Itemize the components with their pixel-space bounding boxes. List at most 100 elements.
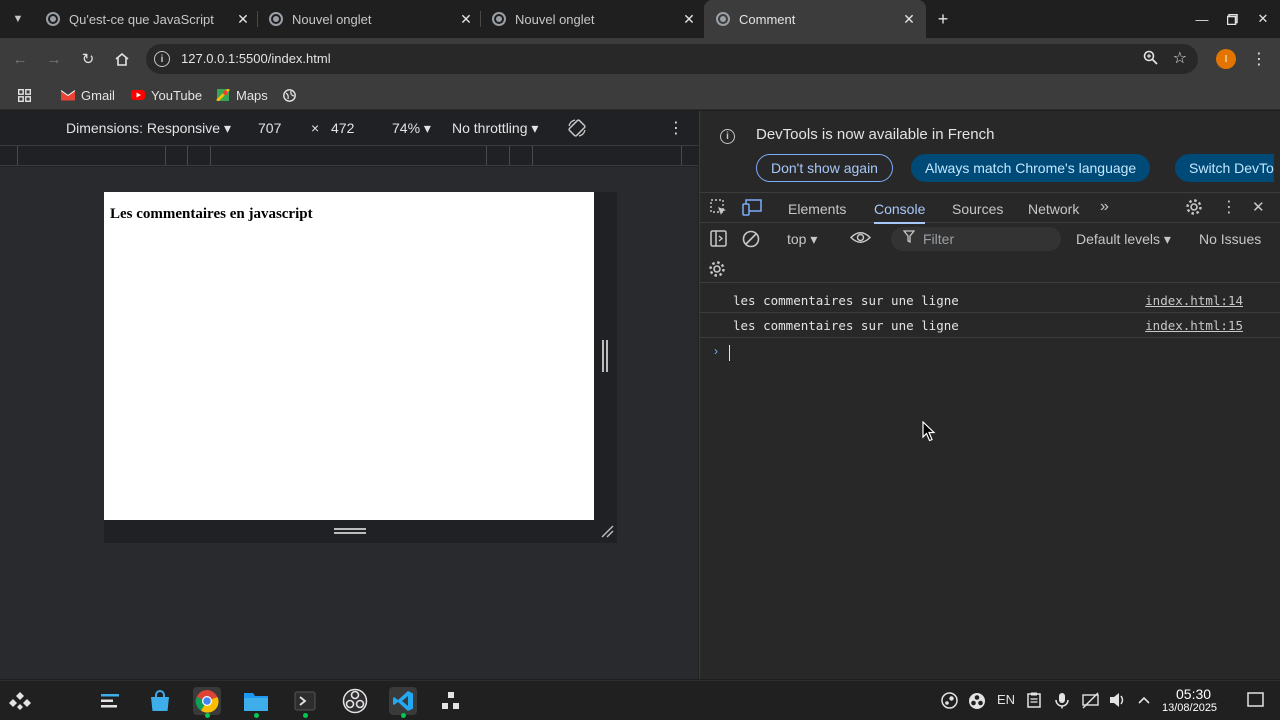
file-manager-icon[interactable] xyxy=(242,687,270,718)
ruler-tick xyxy=(486,146,487,165)
inspect-element-icon[interactable] xyxy=(710,199,728,221)
tab-network[interactable]: Network xyxy=(1028,201,1079,217)
throttling-label: No throttling xyxy=(452,120,528,136)
console-input[interactable] xyxy=(729,345,730,361)
tab-favicon-icon xyxy=(46,12,60,26)
clipboard-icon[interactable] xyxy=(1027,692,1041,711)
context-select[interactable]: top ▾ xyxy=(787,231,817,248)
tab-close-icon[interactable]: ✕ xyxy=(234,10,252,28)
show-desktop-icon[interactable] xyxy=(1247,691,1264,711)
live-expression-eye-icon[interactable] xyxy=(849,230,872,248)
always-match-language-button[interactable]: Always match Chrome's language xyxy=(911,154,1151,182)
minimize-icon[interactable]: — xyxy=(1191,8,1213,30)
infobar-message: DevTools is now available in French xyxy=(756,126,995,143)
console-settings-gear-icon[interactable] xyxy=(708,260,726,281)
bookmark-gmail[interactable]: Gmail xyxy=(61,86,115,104)
bookmark-label: Gmail xyxy=(81,87,115,103)
browser-tab-active[interactable]: Comment ✕ xyxy=(704,0,926,38)
store-bag-icon[interactable] xyxy=(146,687,174,715)
chrome-taskbar-icon[interactable] xyxy=(193,687,221,718)
console-filter-input[interactable]: Filter xyxy=(891,227,1061,251)
tab-title: Nouvel onglet xyxy=(292,11,372,27)
media-query-ruler xyxy=(0,145,698,166)
home-icon[interactable] xyxy=(110,47,134,71)
log-source-link[interactable]: index.html:14 xyxy=(1145,293,1243,308)
running-indicator xyxy=(401,713,406,718)
log-message: les commentaires sur une ligne xyxy=(733,293,959,308)
new-tab-button[interactable]: + xyxy=(932,8,954,30)
resize-handle-right[interactable] xyxy=(594,192,617,520)
widgets-icon[interactable] xyxy=(437,687,465,715)
width-input[interactable]: 707 xyxy=(258,120,281,136)
site-info-icon[interactable]: i xyxy=(154,51,170,67)
close-devtools-icon[interactable]: ✕ xyxy=(1252,198,1265,216)
tab-sources[interactable]: Sources xyxy=(952,201,1003,217)
menu-kebab-icon[interactable]: ⋮ xyxy=(1247,47,1271,71)
network-disconnected-icon[interactable] xyxy=(1082,692,1099,712)
clear-console-icon[interactable] xyxy=(742,230,760,251)
height-input[interactable]: 472 xyxy=(331,120,354,136)
devtools-menu-kebab-icon[interactable]: ⋮ xyxy=(1221,197,1237,217)
tab-close-icon[interactable]: ✕ xyxy=(457,10,475,28)
tab-title: Nouvel onglet xyxy=(515,11,595,27)
apps-grid-icon[interactable] xyxy=(18,86,31,104)
ruler-tick xyxy=(210,146,211,165)
tab-elements[interactable]: Elements xyxy=(788,201,846,217)
tab-search-chevron-icon[interactable]: ▼ xyxy=(6,7,30,31)
tab-close-icon[interactable]: ✕ xyxy=(900,10,918,28)
issues-counter[interactable]: No Issues xyxy=(1199,231,1261,247)
vscode-icon[interactable] xyxy=(389,687,417,718)
task-manager-icon[interactable] xyxy=(96,687,124,715)
microphone-icon[interactable] xyxy=(1053,692,1071,712)
zoom-magnifier-icon[interactable] xyxy=(1143,50,1158,68)
switch-devtools-button[interactable]: Switch DevTo xyxy=(1175,154,1274,182)
terminal-icon[interactable] xyxy=(291,687,319,718)
log-source-link[interactable]: index.html:15 xyxy=(1145,318,1243,333)
steam-tray-icon[interactable] xyxy=(941,692,958,712)
bookmark-youtube[interactable]: YouTube xyxy=(131,86,202,104)
rotate-icon[interactable] xyxy=(567,118,587,141)
close-window-icon[interactable]: ✕ xyxy=(1252,8,1274,30)
devtools-tabbar: Elements Console Sources Network » ⋮ ✕ xyxy=(700,193,1280,224)
address-bar[interactable]: i 127.0.0.1:5500/index.html ☆ xyxy=(146,44,1198,74)
reload-icon[interactable]: ↻ xyxy=(76,47,100,71)
zoom-select[interactable]: 74% ▾ xyxy=(392,120,431,137)
settings-gear-icon[interactable] xyxy=(1185,198,1203,220)
log-levels-select[interactable]: Default levels ▾ xyxy=(1076,231,1171,248)
browser-tab-3[interactable]: Nouvel onglet ✕ xyxy=(492,5,698,33)
more-tabs-chevron-icon[interactable]: » xyxy=(1100,198,1109,216)
app-launcher-icon[interactable] xyxy=(6,687,34,715)
device-toolbar: Dimensions: Responsive ▾ 707 × 472 74% ▾… xyxy=(0,111,698,145)
maximize-icon[interactable] xyxy=(1221,8,1243,30)
globe-bookmark-icon[interactable] xyxy=(283,86,296,104)
running-indicator xyxy=(254,713,259,718)
profile-avatar[interactable]: I xyxy=(1216,49,1236,69)
device-toolbar-toggle-icon[interactable] xyxy=(742,199,762,220)
sidebar-toggle-icon[interactable] xyxy=(710,230,727,250)
back-icon[interactable]: ← xyxy=(8,47,32,71)
volume-icon[interactable] xyxy=(1109,692,1127,711)
bookmark-maps[interactable]: Maps xyxy=(216,86,268,104)
device-menu-kebab-icon[interactable]: ⋮ xyxy=(668,118,684,138)
dimensions-select[interactable]: Dimensions: Responsive ▾ xyxy=(66,120,231,137)
tab-close-icon[interactable]: ✕ xyxy=(680,10,698,28)
tab-title: Qu'est-ce que JavaScript xyxy=(69,11,214,27)
browser-tab-1[interactable]: Qu'est-ce que JavaScript ✕ xyxy=(46,5,252,33)
console-prompt-chevron-icon: › xyxy=(714,344,718,358)
browser-tab-2[interactable]: Nouvel onglet ✕ xyxy=(269,5,475,33)
throttling-select[interactable]: No throttling ▾ xyxy=(452,120,538,137)
tab-separator xyxy=(257,11,258,27)
obs-tray-icon[interactable] xyxy=(968,692,986,713)
tab-console[interactable]: Console xyxy=(874,201,926,224)
obs-icon[interactable] xyxy=(341,687,369,715)
clock-time[interactable]: 05:30 xyxy=(1176,686,1211,702)
keyboard-layout-indicator[interactable]: EN xyxy=(997,692,1015,707)
tray-expand-chevron-icon[interactable] xyxy=(1138,692,1150,707)
clock-date[interactable]: 13/08/2025 xyxy=(1162,702,1217,714)
resize-handle-bottom[interactable] xyxy=(104,520,617,543)
forward-icon[interactable]: → xyxy=(42,47,66,71)
address-url[interactable]: 127.0.0.1:5500/index.html xyxy=(181,51,331,66)
resize-corner-icon[interactable] xyxy=(600,524,614,541)
dont-show-again-button[interactable]: Don't show again xyxy=(756,154,893,182)
bookmark-star-icon[interactable]: ☆ xyxy=(1173,48,1187,68)
